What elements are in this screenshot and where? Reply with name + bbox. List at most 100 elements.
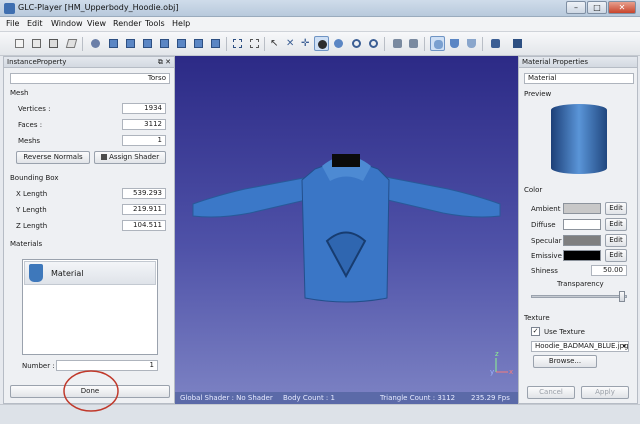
- instance-property-panel: InstanceProperty ⧉ ✕ Torso Mesh Vertices…: [3, 56, 175, 404]
- specular-edit-button[interactable]: Edit: [605, 234, 627, 247]
- toolbar-separator: [264, 37, 265, 51]
- materials-section-title: Materials: [10, 240, 46, 248]
- specular-swatch: [563, 235, 601, 246]
- vertices-field: 1934: [122, 103, 166, 114]
- reverse-normals-button[interactable]: Reverse Normals: [16, 151, 90, 164]
- menu-bar: File Edit Window View Render Tools Help: [0, 17, 640, 32]
- save-icon[interactable]: [46, 36, 61, 51]
- snapshot-icon[interactable]: [390, 36, 405, 51]
- camera-icon[interactable]: [488, 36, 503, 51]
- browse-button[interactable]: Browse...: [533, 355, 597, 368]
- instance-properties-icon[interactable]: [430, 36, 445, 51]
- hoodie-right-sleeve: [369, 173, 501, 218]
- right-view-icon[interactable]: [157, 36, 172, 51]
- apply-button[interactable]: Apply: [581, 386, 629, 399]
- cancel-button[interactable]: Cancel: [527, 386, 575, 399]
- transparency-slider-thumb[interactable]: [619, 291, 625, 302]
- diffuse-edit-button[interactable]: Edit: [605, 218, 627, 231]
- preview-section-title: Preview: [524, 90, 555, 98]
- meshs-label: Meshs: [18, 137, 41, 145]
- x-length-label: X Length: [16, 190, 48, 198]
- new-icon[interactable]: [12, 36, 27, 51]
- transparency-label: Transparency: [557, 280, 604, 288]
- pan-icon[interactable]: ✕: [283, 36, 298, 51]
- minimize-button[interactable]: –: [566, 1, 586, 14]
- color-section-title: Color: [524, 186, 546, 194]
- print-icon[interactable]: [88, 36, 103, 51]
- top-view-icon[interactable]: [174, 36, 189, 51]
- select-arrow-icon[interactable]: ↖: [267, 36, 282, 51]
- back-view-icon[interactable]: [123, 36, 138, 51]
- ambient-edit-button[interactable]: Edit: [605, 202, 627, 215]
- menu-file[interactable]: File: [6, 19, 19, 28]
- 3d-viewport[interactable]: z x y: [175, 56, 518, 404]
- meshs-field: 1: [122, 135, 166, 146]
- neck-block: [332, 154, 360, 167]
- toolbar-separator: [424, 37, 425, 51]
- orbit-icon[interactable]: [314, 36, 329, 51]
- materials-list[interactable]: Material: [22, 259, 158, 355]
- toolbar-separator: [482, 37, 483, 51]
- left-view-icon[interactable]: [140, 36, 155, 51]
- toolbar-separator: [82, 37, 83, 51]
- front-view-icon[interactable]: [106, 36, 121, 51]
- panel-title: InstanceProperty: [7, 58, 67, 66]
- material-properties-panel: Material Properties Material Preview Col…: [518, 56, 638, 404]
- texture-file-select[interactable]: Hoodie_BADMAN_BLUE.jpg ▾: [531, 341, 629, 352]
- menu-window[interactable]: Window: [51, 19, 83, 28]
- close-button[interactable]: ✕: [608, 1, 636, 14]
- instance-name-field[interactable]: Torso: [10, 73, 170, 84]
- menu-render[interactable]: Render: [113, 19, 141, 28]
- z-length-label: Z Length: [16, 222, 48, 230]
- shiness-label: Shiness: [531, 267, 558, 275]
- mesh-section-title: Mesh: [10, 89, 32, 97]
- assign-shader-label: Assign Shader: [109, 153, 160, 161]
- menu-view[interactable]: View: [87, 19, 106, 28]
- y-length-field: 219.911: [122, 204, 166, 215]
- menu-help[interactable]: Help: [172, 19, 190, 28]
- zoom-in-icon[interactable]: [349, 36, 364, 51]
- iso-view-icon[interactable]: [208, 36, 223, 51]
- axis-x-label: x: [509, 368, 513, 376]
- x-length-field: 539.293: [122, 188, 166, 199]
- shiness-field[interactable]: 50.00: [591, 265, 627, 276]
- faces-label: Faces :: [18, 121, 43, 129]
- zoom-out-icon[interactable]: [366, 36, 381, 51]
- z-length-field: 104.511: [122, 220, 166, 231]
- preview-cylinder: [551, 104, 607, 174]
- material-preview: [533, 102, 627, 176]
- menu-edit[interactable]: Edit: [27, 19, 43, 28]
- transparency-slider-track[interactable]: [531, 295, 627, 298]
- texture-section-title: Texture: [524, 314, 553, 322]
- select-icon[interactable]: [230, 36, 245, 51]
- move-icon[interactable]: ✛: [298, 36, 313, 51]
- reload-icon[interactable]: [64, 36, 79, 51]
- use-texture-checkbox[interactable]: ✓: [531, 327, 540, 336]
- assign-shader-button[interactable]: Assign Shader: [94, 151, 166, 164]
- zoom-window-icon[interactable]: [247, 36, 262, 51]
- shader-icon[interactable]: [464, 36, 479, 51]
- triangle-count-status: Triangle Count : 3112: [380, 394, 456, 402]
- window-title: GLC-Player [HM_Upperbody_Hoodie.obj]: [18, 3, 179, 12]
- open-icon[interactable]: [29, 36, 44, 51]
- annotation-circle: [63, 370, 119, 412]
- material-icon[interactable]: [447, 36, 462, 51]
- fullscreen-icon[interactable]: [406, 36, 421, 51]
- turn-icon[interactable]: [331, 36, 346, 51]
- main-toolbar: ↖ ✕ ✛: [0, 32, 640, 56]
- material-name-field[interactable]: Material: [524, 73, 634, 84]
- vertices-label: Vertices :: [18, 105, 51, 113]
- panel-header: Material Properties: [519, 57, 637, 68]
- emissive-label: Emissive: [531, 252, 562, 260]
- toolbar-separator: [226, 37, 227, 51]
- hoodie-model: z x y: [192, 154, 513, 376]
- viewport-status-bar: Global Shader : No Shader Body Count : 1…: [175, 392, 518, 404]
- list-item[interactable]: Material: [24, 261, 156, 285]
- emissive-edit-button[interactable]: Edit: [605, 249, 627, 262]
- settings-icon[interactable]: [510, 36, 525, 51]
- panel-float-close-icons[interactable]: ⧉ ✕: [158, 57, 171, 67]
- menu-tools[interactable]: Tools: [145, 19, 165, 28]
- bottom-view-icon[interactable]: [191, 36, 206, 51]
- maximize-button[interactable]: □: [587, 1, 607, 14]
- number-label: Number :: [22, 362, 55, 370]
